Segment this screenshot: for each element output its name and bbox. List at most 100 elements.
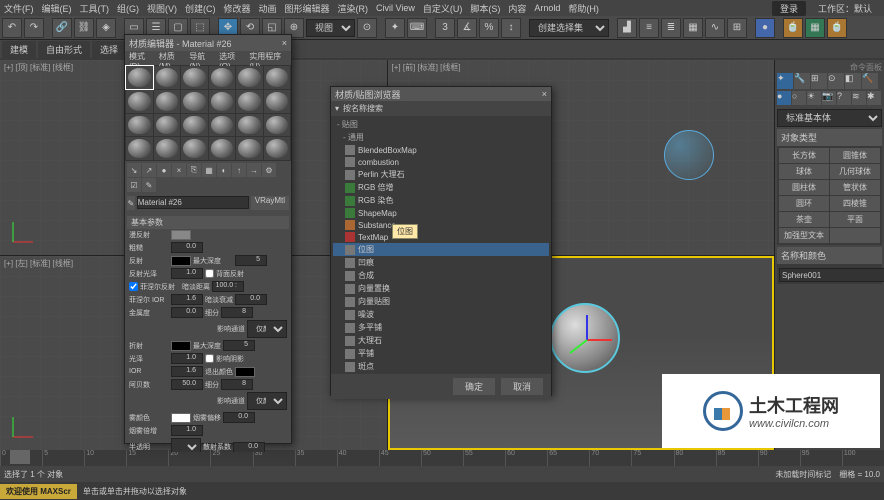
bind-icon[interactable]: ◈ xyxy=(96,18,116,38)
named-selection-dropdown[interactable]: 创建选择集 xyxy=(529,19,609,37)
rollout-name-color[interactable]: 名称和颜色 xyxy=(777,247,882,264)
geometry-tab-icon[interactable]: ● xyxy=(777,91,791,105)
unlink-icon[interactable]: ⛓ xyxy=(74,18,94,38)
prim-box[interactable]: 长方体 xyxy=(779,148,829,163)
align-icon[interactable]: ≡ xyxy=(639,18,659,38)
prim-teapot[interactable]: 茶壶 xyxy=(779,212,829,227)
keyboard-icon[interactable]: ⌨ xyxy=(407,18,427,38)
prim-textplus[interactable]: 加强型文本 xyxy=(779,228,829,243)
options-icon[interactable]: ⚙ xyxy=(262,163,276,177)
spacewarps-tab-icon[interactable]: ≋ xyxy=(852,91,866,105)
mat-slot[interactable] xyxy=(236,114,263,137)
fresnel-check[interactable] xyxy=(129,282,138,291)
map-item[interactable]: 位图 xyxy=(333,243,549,256)
menu-civil[interactable]: Civil View xyxy=(376,3,415,13)
mat-slot[interactable] xyxy=(181,137,208,160)
mat-slot[interactable] xyxy=(126,90,153,113)
prim-geosphere[interactable]: 几何球体 xyxy=(830,164,880,179)
create-tab-icon[interactable]: ✦ xyxy=(777,73,793,89)
menu-render[interactable]: 渲染(R) xyxy=(338,2,369,15)
mat-menu-options[interactable]: 选项(O) xyxy=(219,51,243,65)
nav-sibling-icon[interactable]: → xyxy=(247,163,261,177)
sphere-wireframe[interactable] xyxy=(664,130,714,180)
tree-group-general[interactable]: - 通用 xyxy=(333,131,549,144)
mat-slot[interactable] xyxy=(209,66,236,89)
fog-bias-spinner[interactable]: 0.0 xyxy=(223,412,255,423)
mat-slot[interactable] xyxy=(236,66,263,89)
menu-edit[interactable]: 编辑(E) xyxy=(42,2,72,15)
mat-slot[interactable] xyxy=(126,114,153,137)
mat-slot[interactable] xyxy=(264,114,291,137)
mat-menu-nav[interactable]: 导航(N) xyxy=(189,51,213,65)
mat-slot[interactable] xyxy=(181,114,208,137)
fresnel-ior-spinner[interactable]: 1.6 xyxy=(171,294,203,305)
dimdist-spinner[interactable]: 100.0 : xyxy=(212,281,244,292)
undo-icon[interactable]: ↶ xyxy=(2,18,22,38)
back-reflect-check[interactable] xyxy=(205,269,214,278)
primitive-category-dropdown[interactable]: 标准基本体 xyxy=(777,109,882,127)
menu-graph[interactable]: 图形编辑器 xyxy=(285,2,330,15)
ior-spinner[interactable]: 1.6 xyxy=(171,366,203,377)
tree-group-maps[interactable]: - 贴图 xyxy=(333,118,549,131)
sphere-shaded[interactable] xyxy=(550,303,620,373)
map-item[interactable]: Substance xyxy=(333,219,549,231)
modify-tab-icon[interactable]: 🔧 xyxy=(794,73,810,89)
reflect-gloss-spinner[interactable]: 1.0 xyxy=(171,268,203,279)
roughness-spinner[interactable]: 0.0 xyxy=(171,242,203,253)
workspace-dropdown[interactable]: 工作区：默认 xyxy=(818,2,872,15)
copy-icon[interactable]: ⎘ xyxy=(187,163,201,177)
mat-slot[interactable] xyxy=(264,137,291,160)
metalness-spinner[interactable]: 0.0 xyxy=(171,307,203,318)
prim-plane[interactable]: 平面 xyxy=(830,212,880,227)
motion-tab-icon[interactable]: ⊙ xyxy=(828,73,844,89)
menu-help[interactable]: 帮助(H) xyxy=(568,2,599,15)
material-editor-icon[interactable]: ● xyxy=(755,18,775,38)
fog-mult-spinner[interactable]: 1.0 xyxy=(171,425,203,436)
map-item[interactable]: 噪波 xyxy=(333,308,549,321)
get-material-icon[interactable]: ↘ xyxy=(127,163,141,177)
map-item[interactable]: combustion xyxy=(333,156,549,168)
close-icon[interactable]: × xyxy=(542,89,547,99)
mat-slot[interactable] xyxy=(154,90,181,113)
map-item[interactable]: 多平铺 xyxy=(333,321,549,334)
mat-slot[interactable] xyxy=(154,114,181,137)
map-item[interactable]: TextMap xyxy=(333,231,549,243)
prim-cylinder[interactable]: 圆柱体 xyxy=(779,180,829,195)
cameras-tab-icon[interactable]: 📷 xyxy=(822,91,836,105)
object-name-input[interactable] xyxy=(779,268,884,282)
ribbon-select[interactable]: 选择 xyxy=(92,41,126,58)
prim-pyramid[interactable]: 四棱锥 xyxy=(830,196,880,211)
menu-create[interactable]: 创建(C) xyxy=(185,2,216,15)
menu-content[interactable]: 内容 xyxy=(508,2,526,15)
map-item[interactable]: 平铺 xyxy=(333,347,549,360)
mat-slot[interactable] xyxy=(236,137,263,160)
put-material-icon[interactable]: ↗ xyxy=(142,163,156,177)
close-icon[interactable]: × xyxy=(282,38,287,48)
prim-cone[interactable]: 圆锥体 xyxy=(830,148,880,163)
reflect-swatch[interactable] xyxy=(171,256,191,266)
pick-material-icon[interactable]: ✎ xyxy=(127,196,135,210)
map-browser-titlebar[interactable]: 材质/贴图浏览器 × xyxy=(331,87,551,101)
basic-params-header[interactable]: 基本参数 xyxy=(127,216,289,229)
map-item[interactable]: 向量置换 xyxy=(333,282,549,295)
reset-icon[interactable]: × xyxy=(172,163,186,177)
mat-slot[interactable] xyxy=(126,66,153,89)
curve-editor-icon[interactable]: ∿ xyxy=(705,18,725,38)
mat-slot[interactable] xyxy=(181,90,208,113)
menu-views[interactable]: 视图(V) xyxy=(147,2,177,15)
vp-label-front[interactable]: [+] [前] [标准] [线框] xyxy=(392,62,461,73)
material-name-input[interactable] xyxy=(137,196,249,209)
map-item[interactable]: BlendedBoxMap xyxy=(333,144,549,156)
map-item[interactable]: 斑点 xyxy=(333,360,549,373)
affect-dropdown[interactable]: 仅颜色 xyxy=(247,320,287,338)
percent-snap-icon[interactable]: % xyxy=(479,18,499,38)
map-item[interactable]: ShapeMap xyxy=(333,207,549,219)
menu-group[interactable]: 组(G) xyxy=(117,2,139,15)
show-end-icon[interactable]: ◐ xyxy=(217,163,231,177)
select-by-mat-icon[interactable]: ☑ xyxy=(127,178,141,192)
maxscript-badge[interactable]: 欢迎使用 MAXScr xyxy=(0,484,77,499)
map-item[interactable]: 向量贴图 xyxy=(333,295,549,308)
layer-icon[interactable]: ≣ xyxy=(661,18,681,38)
fog-swatch[interactable] xyxy=(171,413,191,423)
mat-menu-util[interactable]: 实用程序(U) xyxy=(249,51,287,65)
